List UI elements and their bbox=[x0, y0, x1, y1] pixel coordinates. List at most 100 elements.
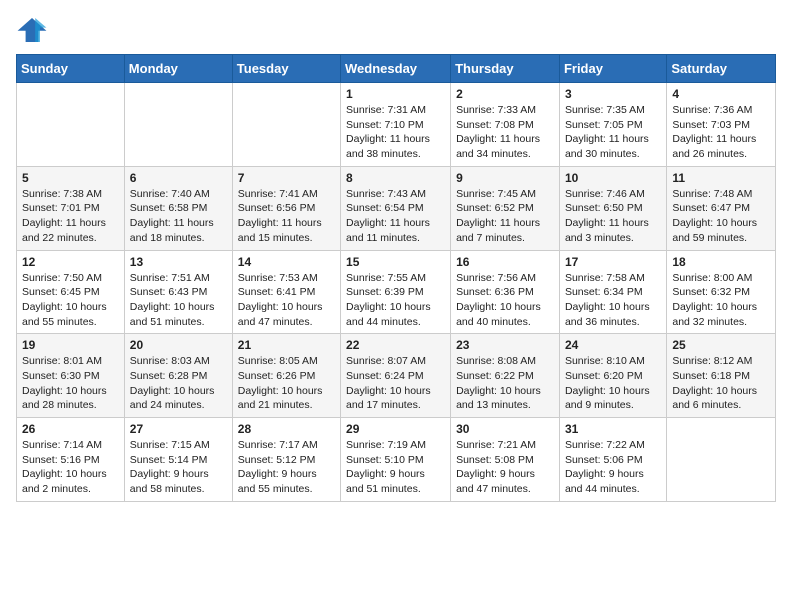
day-number: 10 bbox=[565, 171, 661, 185]
day-info: Sunrise: 7:17 AM Sunset: 5:12 PM Dayligh… bbox=[238, 438, 335, 497]
calendar-cell: 13 Sunrise: 7:51 AM Sunset: 6:43 PM Dayli… bbox=[124, 250, 232, 334]
day-number: 11 bbox=[672, 171, 770, 185]
logo bbox=[16, 16, 52, 44]
calendar-cell: 29 Sunrise: 7:19 AM Sunset: 5:10 PM Dayli… bbox=[341, 418, 451, 502]
calendar-cell: 20 Sunrise: 8:03 AM Sunset: 6:28 PM Dayli… bbox=[124, 334, 232, 418]
day-number: 16 bbox=[456, 255, 554, 269]
calendar-week-4: 19Sunrise: 8:01 AM Sunset: 6:30 PM Dayli… bbox=[17, 334, 776, 418]
calendar-cell: 14 Sunrise: 7:53 AM Sunset: 6:41 PM Dayli… bbox=[232, 250, 340, 334]
calendar-cell: 9 Sunrise: 7:45 AM Sunset: 6:52 PM Daylig… bbox=[451, 166, 560, 250]
day-number: 22 bbox=[346, 338, 445, 352]
calendar-cell: 12 Sunrise: 7:50 AM Sunset: 6:45 PM Dayli… bbox=[17, 250, 125, 334]
day-number: 6 bbox=[130, 171, 227, 185]
calendar-cell: 18 Sunrise: 8:00 AM Sunset: 6:32 PM Dayli… bbox=[667, 250, 776, 334]
day-info: Sunrise: 7:45 AM Sunset: 6:52 PM Dayligh… bbox=[456, 187, 554, 246]
calendar-cell: 3Sunrise: 7:35 AM Sunset: 7:05 PM Daylig… bbox=[559, 83, 666, 167]
day-number: 24 bbox=[565, 338, 661, 352]
calendar-cell: 10 Sunrise: 7:46 AM Sunset: 6:50 PM Dayli… bbox=[559, 166, 666, 250]
calendar-header-row: SundayMondayTuesdayWednesdayThursdayFrid… bbox=[17, 55, 776, 83]
calendar-table: SundayMondayTuesdayWednesdayThursdayFrid… bbox=[16, 54, 776, 502]
day-number: 23 bbox=[456, 338, 554, 352]
day-info: Sunrise: 7:21 AM Sunset: 5:08 PM Dayligh… bbox=[456, 438, 554, 497]
day-number: 13 bbox=[130, 255, 227, 269]
calendar-cell bbox=[232, 83, 340, 167]
day-number: 25 bbox=[672, 338, 770, 352]
day-info: Sunrise: 8:03 AM Sunset: 6:28 PM Dayligh… bbox=[130, 354, 227, 413]
calendar-cell: 30 Sunrise: 7:21 AM Sunset: 5:08 PM Dayli… bbox=[451, 418, 560, 502]
calendar-cell bbox=[17, 83, 125, 167]
day-number: 9 bbox=[456, 171, 554, 185]
day-info: Sunrise: 7:43 AM Sunset: 6:54 PM Dayligh… bbox=[346, 187, 445, 246]
day-info: Sunrise: 7:55 AM Sunset: 6:39 PM Dayligh… bbox=[346, 271, 445, 330]
calendar-cell: 4 Sunrise: 7:36 AM Sunset: 7:03 PM Daylig… bbox=[667, 83, 776, 167]
day-number: 14 bbox=[238, 255, 335, 269]
day-number: 17 bbox=[565, 255, 661, 269]
day-info: Sunrise: 7:51 AM Sunset: 6:43 PM Dayligh… bbox=[130, 271, 227, 330]
day-number: 30 bbox=[456, 422, 554, 436]
calendar-cell: 27Sunrise: 7:15 AM Sunset: 5:14 PM Dayli… bbox=[124, 418, 232, 502]
calendar-cell: 25 Sunrise: 8:12 AM Sunset: 6:18 PM Dayli… bbox=[667, 334, 776, 418]
day-number: 18 bbox=[672, 255, 770, 269]
day-number: 7 bbox=[238, 171, 335, 185]
day-info: Sunrise: 7:50 AM Sunset: 6:45 PM Dayligh… bbox=[22, 271, 119, 330]
calendar-cell: 31 Sunrise: 7:22 AM Sunset: 5:06 PM Dayli… bbox=[559, 418, 666, 502]
day-info: Sunrise: 8:12 AM Sunset: 6:18 PM Dayligh… bbox=[672, 354, 770, 413]
day-info: Sunrise: 8:00 AM Sunset: 6:32 PM Dayligh… bbox=[672, 271, 770, 330]
day-number: 12 bbox=[22, 255, 119, 269]
weekday-header-saturday: Saturday bbox=[667, 55, 776, 83]
calendar-cell bbox=[124, 83, 232, 167]
day-number: 20 bbox=[130, 338, 227, 352]
calendar-cell bbox=[667, 418, 776, 502]
day-info: Sunrise: 7:31 AM Sunset: 7:10 PM Dayligh… bbox=[346, 103, 445, 162]
day-number: 4 bbox=[672, 87, 770, 101]
day-number: 8 bbox=[346, 171, 445, 185]
day-info: Sunrise: 7:22 AM Sunset: 5:06 PM Dayligh… bbox=[565, 438, 661, 497]
day-info: Sunrise: 7:19 AM Sunset: 5:10 PM Dayligh… bbox=[346, 438, 445, 497]
weekday-header-friday: Friday bbox=[559, 55, 666, 83]
calendar-cell: 11Sunrise: 7:48 AM Sunset: 6:47 PM Dayli… bbox=[667, 166, 776, 250]
day-number: 28 bbox=[238, 422, 335, 436]
day-info: Sunrise: 7:46 AM Sunset: 6:50 PM Dayligh… bbox=[565, 187, 661, 246]
day-info: Sunrise: 7:38 AM Sunset: 7:01 PM Dayligh… bbox=[22, 187, 119, 246]
calendar-cell: 1 Sunrise: 7:31 AM Sunset: 7:10 PM Daylig… bbox=[341, 83, 451, 167]
day-info: Sunrise: 7:58 AM Sunset: 6:34 PM Dayligh… bbox=[565, 271, 661, 330]
calendar-cell: 26Sunrise: 7:14 AM Sunset: 5:16 PM Dayli… bbox=[17, 418, 125, 502]
calendar-cell: 23 Sunrise: 8:08 AM Sunset: 6:22 PM Dayli… bbox=[451, 334, 560, 418]
calendar-cell: 6Sunrise: 7:40 AM Sunset: 6:58 PM Daylig… bbox=[124, 166, 232, 250]
day-number: 29 bbox=[346, 422, 445, 436]
weekday-header-tuesday: Tuesday bbox=[232, 55, 340, 83]
day-number: 19 bbox=[22, 338, 119, 352]
calendar-week-1: 1 Sunrise: 7:31 AM Sunset: 7:10 PM Daylig… bbox=[17, 83, 776, 167]
day-info: Sunrise: 8:10 AM Sunset: 6:20 PM Dayligh… bbox=[565, 354, 661, 413]
calendar-cell: 5 Sunrise: 7:38 AM Sunset: 7:01 PM Daylig… bbox=[17, 166, 125, 250]
calendar-cell: 21 Sunrise: 8:05 AM Sunset: 6:26 PM Dayli… bbox=[232, 334, 340, 418]
calendar-cell: 22 Sunrise: 8:07 AM Sunset: 6:24 PM Dayli… bbox=[341, 334, 451, 418]
calendar-cell: 2Sunrise: 7:33 AM Sunset: 7:08 PM Daylig… bbox=[451, 83, 560, 167]
day-number: 2 bbox=[456, 87, 554, 101]
weekday-header-thursday: Thursday bbox=[451, 55, 560, 83]
day-number: 21 bbox=[238, 338, 335, 352]
day-info: Sunrise: 8:08 AM Sunset: 6:22 PM Dayligh… bbox=[456, 354, 554, 413]
calendar-cell: 16 Sunrise: 7:56 AM Sunset: 6:36 PM Dayli… bbox=[451, 250, 560, 334]
calendar-week-2: 5 Sunrise: 7:38 AM Sunset: 7:01 PM Daylig… bbox=[17, 166, 776, 250]
day-number: 1 bbox=[346, 87, 445, 101]
calendar-week-3: 12 Sunrise: 7:50 AM Sunset: 6:45 PM Dayli… bbox=[17, 250, 776, 334]
day-info: Sunrise: 7:56 AM Sunset: 6:36 PM Dayligh… bbox=[456, 271, 554, 330]
day-info: Sunrise: 8:07 AM Sunset: 6:24 PM Dayligh… bbox=[346, 354, 445, 413]
calendar-cell: 8 Sunrise: 7:43 AM Sunset: 6:54 PM Daylig… bbox=[341, 166, 451, 250]
day-number: 5 bbox=[22, 171, 119, 185]
calendar-cell: 24 Sunrise: 8:10 AM Sunset: 6:20 PM Dayli… bbox=[559, 334, 666, 418]
calendar-week-5: 26Sunrise: 7:14 AM Sunset: 5:16 PM Dayli… bbox=[17, 418, 776, 502]
day-number: 31 bbox=[565, 422, 661, 436]
weekday-header-wednesday: Wednesday bbox=[341, 55, 451, 83]
day-info: Sunrise: 7:53 AM Sunset: 6:41 PM Dayligh… bbox=[238, 271, 335, 330]
day-info: Sunrise: 7:41 AM Sunset: 6:56 PM Dayligh… bbox=[238, 187, 335, 246]
day-number: 15 bbox=[346, 255, 445, 269]
day-info: Sunrise: 7:36 AM Sunset: 7:03 PM Dayligh… bbox=[672, 103, 770, 162]
day-info: Sunrise: 8:05 AM Sunset: 6:26 PM Dayligh… bbox=[238, 354, 335, 413]
weekday-header-sunday: Sunday bbox=[17, 55, 125, 83]
day-info: Sunrise: 7:15 AM Sunset: 5:14 PM Dayligh… bbox=[130, 438, 227, 497]
day-info: Sunrise: 7:35 AM Sunset: 7:05 PM Dayligh… bbox=[565, 103, 661, 162]
calendar-cell: 28 Sunrise: 7:17 AM Sunset: 5:12 PM Dayli… bbox=[232, 418, 340, 502]
weekday-header-monday: Monday bbox=[124, 55, 232, 83]
